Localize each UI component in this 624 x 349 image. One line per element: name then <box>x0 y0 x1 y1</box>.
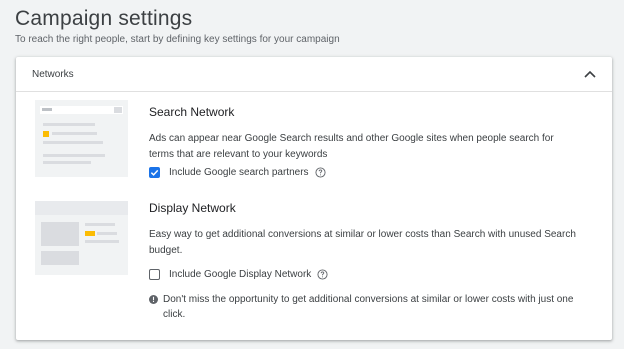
display-network-notice: Don't miss the opportunity to get additi… <box>149 292 583 322</box>
page-title: Campaign settings <box>15 7 193 30</box>
search-network-description: Ads can appear near Google Search result… <box>149 133 554 160</box>
display-network-title: Display Network <box>149 201 236 215</box>
networks-card-header[interactable]: Networks <box>16 57 612 92</box>
display-network-checkbox[interactable] <box>149 269 160 280</box>
check-icon <box>150 169 159 176</box>
search-partners-label: Include Google search partners <box>169 167 309 178</box>
display-network-option[interactable]: Include Google Display Network <box>149 269 328 280</box>
page-subtitle: To reach the right people, start by defi… <box>15 34 340 45</box>
notice-text: Don't miss the opportunity to get additi… <box>163 294 574 320</box>
networks-card-title: Networks <box>32 69 74 80</box>
help-circle-icon[interactable] <box>314 167 326 178</box>
display-network-label: Include Google Display Network <box>169 269 312 280</box>
help-circle-icon[interactable] <box>317 269 328 280</box>
collapse-button[interactable] <box>582 66 598 82</box>
search-partners-checkbox[interactable] <box>149 167 160 178</box>
networks-card: Networks Search Network Ads can appear n… <box>16 57 612 340</box>
info-filled-icon <box>149 295 158 304</box>
chevron-up-icon <box>584 70 596 78</box>
search-network-title: Search Network <box>149 105 235 119</box>
search-network-illustration <box>35 100 128 177</box>
display-network-description: Easy way to get additional conversions a… <box>149 229 576 256</box>
search-partners-option[interactable]: Include Google search partners <box>149 167 326 178</box>
display-network-illustration <box>35 201 128 275</box>
